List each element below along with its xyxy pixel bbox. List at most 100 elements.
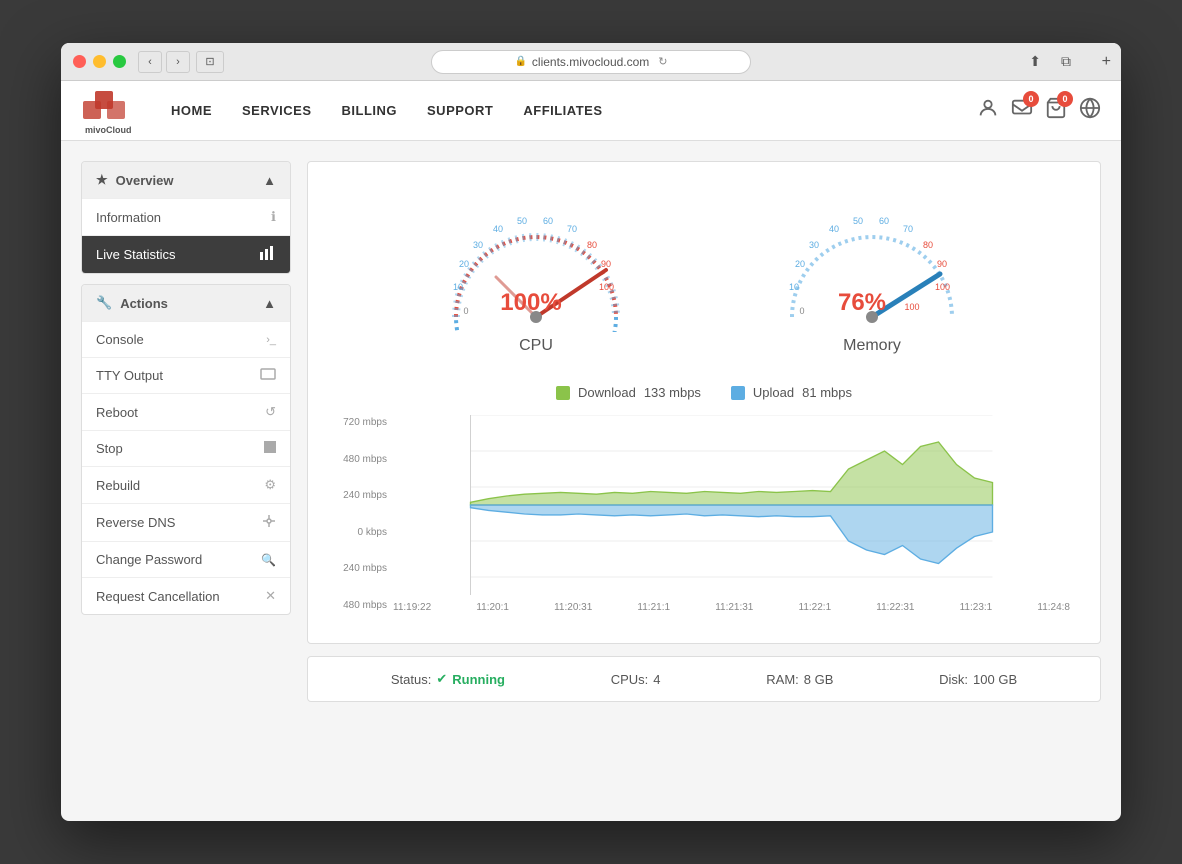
svg-text:30: 30 [809,240,819,250]
download-dot [556,386,570,400]
back-button[interactable]: ‹ [138,51,162,73]
svg-text:20: 20 [459,259,469,269]
titlebar: ‹ › ⊡ 🔒 clients.mivocloud.com ↻ ⬆ ⧉ + [61,43,1121,81]
y-label-720: 720 mbps [338,417,387,428]
reload-icon[interactable]: ↻ [658,55,667,68]
nav-affiliates[interactable]: AFFILIATES [523,103,602,118]
sidebar-overview-header[interactable]: ★ Overview ▲ [82,162,290,198]
actions-chevron: ▲ [263,296,276,311]
nav-services[interactable]: SERVICES [242,103,312,118]
main-window: ‹ › ⊡ 🔒 clients.mivocloud.com ↻ ⬆ ⧉ + mi… [61,43,1121,821]
sidebar-item-stop[interactable]: Stop [82,430,290,466]
actions-label: Actions [120,296,168,311]
y-label-0: 0 kbps [338,527,387,538]
x-axis-labels: 11:19:22 11:20:1 11:20:31 11:21:1 11:21:… [393,600,1070,613]
download-label: Download [578,385,636,400]
x-label-5: 11:22:1 [799,602,832,613]
user-button[interactable] [977,97,999,124]
ram-item: RAM: 8 GB [766,671,833,687]
globe-button[interactable] [1079,97,1101,124]
nav-home[interactable]: HOME [171,103,212,118]
cpu-label: CPU [519,337,553,355]
address-bar[interactable]: 🔒 clients.mivocloud.com ↻ [431,50,751,74]
sidebar-overview-section: ★ Overview ▲ Information ℹ Live Statisti… [81,161,291,274]
url-text: clients.mivocloud.com [532,55,649,69]
sidebar-item-request-cancellation[interactable]: Request Cancellation ✕ [82,577,290,614]
rebuild-icon: ⚙ [264,477,276,493]
disk-label: Disk: [939,672,968,687]
status-bar: Status: ✔ Running CPUs: 4 RAM: 8 GB Disk… [307,656,1101,702]
download-value: 133 mbps [644,385,701,400]
x-label-4: 11:21:31 [715,602,753,613]
logo[interactable]: mivoCloud [81,89,131,133]
cpu-gauge-svg: 0 10 20 30 40 50 60 70 80 90 100 [436,202,636,332]
maximize-button[interactable] [113,55,126,68]
upload-legend: Upload 81 mbps [731,385,852,400]
memory-gauge: 0 10 20 30 40 50 60 70 80 90 100 [772,202,972,355]
stop-label: Stop [96,441,123,456]
messages-button[interactable]: 0 [1011,97,1033,124]
x-label-6: 11:22:31 [876,602,914,613]
status-label: Status: [391,672,431,687]
reverse-dns-label: Reverse DNS [96,515,175,530]
svg-text:80: 80 [923,240,933,250]
close-button[interactable] [73,55,86,68]
nav-support[interactable]: SUPPORT [427,103,493,118]
cpu-gauge-wrapper: 0 10 20 30 40 50 60 70 80 90 100 [436,202,636,332]
sidebar-item-change-password[interactable]: Change Password 🔍 [82,541,290,577]
nav-arrows: ‹ › [138,51,190,73]
chart-icon [260,246,276,263]
minimize-button[interactable] [93,55,106,68]
disk-item: Disk: 100 GB [939,671,1017,687]
svg-text:60: 60 [543,216,553,226]
memory-gauge-wrapper: 0 10 20 30 40 50 60 70 80 90 100 [772,202,972,332]
status-item: Status: ✔ Running [391,671,505,687]
upload-label: Upload [753,385,794,400]
add-tab-button[interactable]: + [1102,53,1111,71]
sidebar-item-live-statistics[interactable]: Live Statistics [82,235,290,273]
sidebar-item-information[interactable]: Information ℹ [82,198,290,235]
ram-label: RAM: [766,672,799,687]
cpu-gauge: 0 10 20 30 40 50 60 70 80 90 100 [436,202,636,355]
sidebar-item-reboot[interactable]: Reboot ↺ [82,393,290,430]
y-label-480: 480 mbps [338,454,387,465]
sidebar-item-tty[interactable]: TTY Output [82,357,290,393]
reader-button[interactable]: ⊡ [196,51,224,73]
svg-text:100: 100 [599,282,614,292]
sidebar-item-rebuild[interactable]: Rebuild ⚙ [82,466,290,503]
sidebar-item-reverse-dns[interactable]: Reverse DNS [82,503,290,541]
svg-text:90: 90 [601,259,611,269]
window-controls-button[interactable]: ⧉ [1061,53,1071,70]
logo-icon: mivoCloud [81,89,131,133]
svg-text:80: 80 [587,240,597,250]
chart-legend: Download 133 mbps Upload 81 mbps [328,385,1080,400]
svg-text:60: 60 [879,216,889,226]
download-legend: Download 133 mbps [556,385,701,400]
svg-text:20: 20 [795,259,805,269]
svg-text:70: 70 [903,224,913,234]
upload-dot [731,386,745,400]
ram-value: 8 GB [804,672,834,687]
console-label: Console [96,332,144,347]
y-label-240: 240 mbps [338,490,387,501]
svg-text:30: 30 [473,240,483,250]
x-label-7: 11:23:1 [960,602,993,613]
cancellation-icon: ✕ [265,588,276,604]
live-statistics-label: Live Statistics [96,247,175,262]
sidebar: ★ Overview ▲ Information ℹ Live Statisti… [81,161,291,801]
nav-icons: 0 0 [977,97,1101,124]
reboot-icon: ↺ [265,404,276,420]
cart-button[interactable]: 0 [1045,97,1067,124]
share-button[interactable]: ⬆ [1029,53,1041,70]
svg-text:40: 40 [493,224,503,234]
sidebar-item-console[interactable]: Console ›_ [82,321,290,357]
svg-text:0: 0 [799,306,804,316]
sidebar-actions-header[interactable]: 🔧 Actions ▲ [82,285,290,321]
check-icon: ✔ [436,671,447,687]
svg-text:mivoCloud: mivoCloud [85,125,131,133]
wrench-icon: 🔧 [96,295,112,311]
nav-billing[interactable]: BILLING [342,103,398,118]
gauges-row: 0 10 20 30 40 50 60 70 80 90 100 [328,182,1080,375]
y-axis-labels: 720 mbps 480 mbps 240 mbps 0 kbps 240 mb… [338,415,393,613]
forward-button[interactable]: › [166,51,190,73]
